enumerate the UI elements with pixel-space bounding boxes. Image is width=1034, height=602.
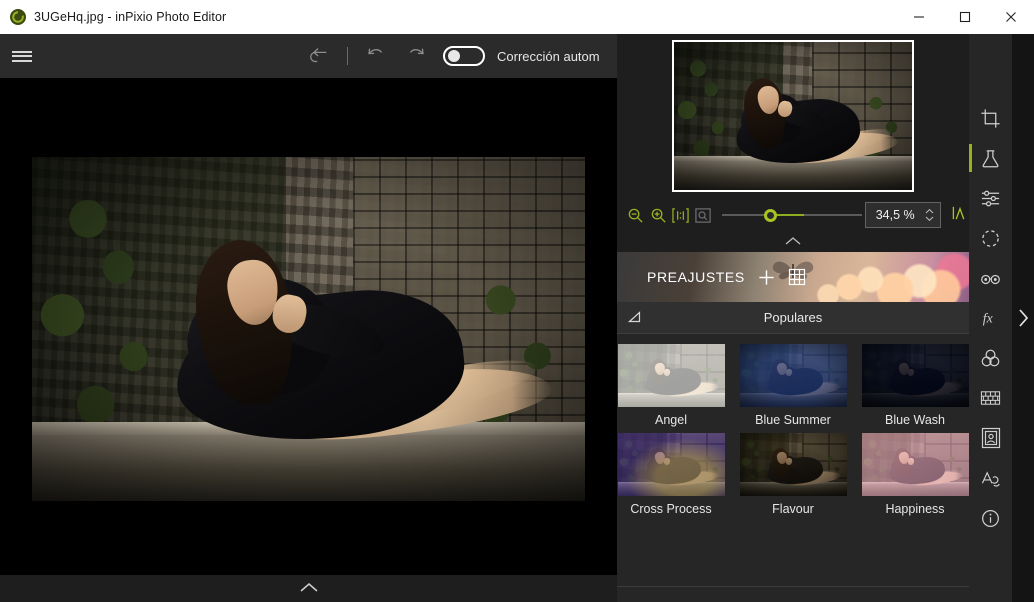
preset-item-angel[interactable]: Angel — [617, 344, 725, 427]
redo-arrow-icon[interactable] — [397, 37, 435, 75]
info-tool-button[interactable] — [969, 498, 1012, 538]
undo-arrow-icon[interactable] — [357, 37, 395, 75]
main-photo[interactable] — [32, 157, 585, 501]
color-circles-icon — [981, 349, 1000, 366]
preset-thumbnail[interactable] — [861, 344, 969, 407]
panel-expander[interactable] — [1012, 34, 1034, 602]
minimize-button[interactable] — [896, 0, 942, 34]
selection-tool-button[interactable] — [969, 218, 1012, 258]
sliders-icon — [981, 190, 1000, 206]
adjustments-tool-button[interactable] — [969, 178, 1012, 218]
preset-label: Blue Summer — [755, 413, 831, 427]
presets-header: PREAJUSTES — [647, 252, 806, 302]
preset-thumbnail[interactable] — [861, 433, 969, 496]
one-to-one-icon[interactable] — [671, 205, 690, 225]
presets-banner: PREAJUSTES — [617, 252, 969, 302]
hamburger-menu-icon[interactable] — [0, 34, 44, 78]
zoom-in-icon[interactable] — [648, 205, 667, 225]
texture-tool-button[interactable] — [969, 378, 1012, 418]
zoom-controls: 34,5 % — [617, 200, 969, 230]
zoom-value-field[interactable]: 34,5 % — [865, 202, 941, 228]
navigator-panel: 34,5 % — [617, 34, 969, 230]
glasses-icon — [981, 274, 1000, 284]
inpixio-photo-editor-window: 3UGeHq.jpg - inPixio Photo Editor Correc… — [0, 0, 1034, 602]
zoom-value-text: 34,5 % — [875, 208, 915, 222]
inpixio-logo-icon — [10, 9, 26, 25]
image-canvas[interactable] — [0, 78, 617, 575]
preset-label: Happiness — [885, 502, 945, 516]
zoom-out-icon[interactable] — [626, 205, 645, 225]
chevron-right-icon — [1019, 309, 1029, 327]
preset-item-cross-process[interactable]: Cross Process — [617, 433, 725, 516]
presets-tool-button[interactable] — [969, 138, 1012, 178]
crop-tool-button[interactable] — [969, 98, 1012, 138]
text-tool-button[interactable] — [969, 458, 1012, 498]
preset-item-blue-summer[interactable]: Blue Summer — [739, 344, 847, 427]
zoom-slider-handle[interactable] — [763, 209, 777, 222]
close-button[interactable] — [988, 0, 1034, 34]
toolbar-divider — [347, 47, 348, 65]
preset-thumbnail[interactable] — [739, 344, 847, 407]
flask-icon — [982, 149, 999, 167]
presets-header-label: PREAJUSTES — [647, 269, 745, 285]
crop-icon — [981, 108, 1000, 128]
history-actions: Corrección autom — [300, 37, 600, 75]
fx-icon: fx — [982, 311, 992, 326]
info-icon — [982, 509, 999, 527]
window-title: 3UGeHq.jpg - inPixio Photo Editor — [34, 10, 227, 24]
tools-rail: fx — [969, 34, 1012, 602]
preset-label: Cross Process — [630, 502, 712, 516]
preset-item-happiness[interactable]: Happiness — [861, 433, 969, 516]
presets-row: Angel Blue Summer Blue Wash — [617, 344, 969, 427]
preset-label: Angel — [655, 413, 687, 427]
preset-item-flavour[interactable]: Flavour — [739, 433, 847, 516]
toggle-knob — [448, 50, 460, 62]
presets-action-bar: Crear un preajuste Importar — [617, 586, 969, 602]
window-controls — [896, 0, 1034, 34]
presets-grid: Angel Blue Summer Blue Wash Cross Proces… — [617, 334, 969, 574]
auto-correct-label: Corrección autom — [497, 48, 600, 64]
right-panel: 34,5 % PREAJUSTES Populares Angel Blue S… — [617, 34, 969, 602]
editor-toolbar: Corrección autom — [0, 34, 617, 78]
presets-row: Cross Process Flavour Happiness — [617, 433, 969, 516]
preset-thumbnail[interactable] — [739, 433, 847, 496]
navigator-collapse-bar[interactable] — [617, 230, 969, 252]
revert-arrow-icon[interactable] — [300, 37, 338, 75]
dashed-selection-icon — [982, 229, 999, 247]
presets-section-label: Populares — [763, 310, 823, 325]
auto-correct-toggle[interactable] — [443, 46, 485, 66]
text-typography-icon — [981, 470, 1000, 487]
preset-label: Blue Wash — [885, 413, 945, 427]
preset-thumbnail[interactable] — [617, 433, 725, 496]
svg-text:fx: fx — [982, 311, 992, 326]
navigator-preview[interactable] — [672, 40, 914, 192]
preset-label: Flavour — [772, 502, 814, 516]
canvas-bottom-bar — [0, 575, 617, 602]
frame-portrait-icon — [981, 427, 1000, 449]
histogram-icon[interactable] — [951, 204, 969, 226]
maximize-button[interactable] — [942, 0, 988, 34]
frame-tool-button[interactable] — [969, 418, 1012, 458]
plus-icon[interactable] — [757, 268, 776, 287]
chevron-up-icon — [785, 237, 801, 245]
title-bar: 3UGeHq.jpg - inPixio Photo Editor — [0, 0, 1034, 34]
effects-tool-button[interactable]: fx — [969, 298, 1012, 338]
retouch-tool-button[interactable] — [969, 258, 1012, 298]
preset-thumbnail[interactable] — [617, 344, 725, 407]
zoom-slider[interactable] — [721, 208, 862, 222]
preset-item-blue-wash[interactable]: Blue Wash — [861, 344, 969, 427]
grid-view-icon[interactable] — [788, 268, 806, 286]
zoom-stepper[interactable] — [924, 208, 935, 222]
color-tool-button[interactable] — [969, 338, 1012, 378]
presets-section-header[interactable]: Populares — [617, 302, 969, 334]
fit-to-screen-icon[interactable] — [693, 205, 712, 225]
texture-grid-icon — [980, 391, 1001, 405]
chevron-up-icon[interactable] — [299, 580, 319, 598]
